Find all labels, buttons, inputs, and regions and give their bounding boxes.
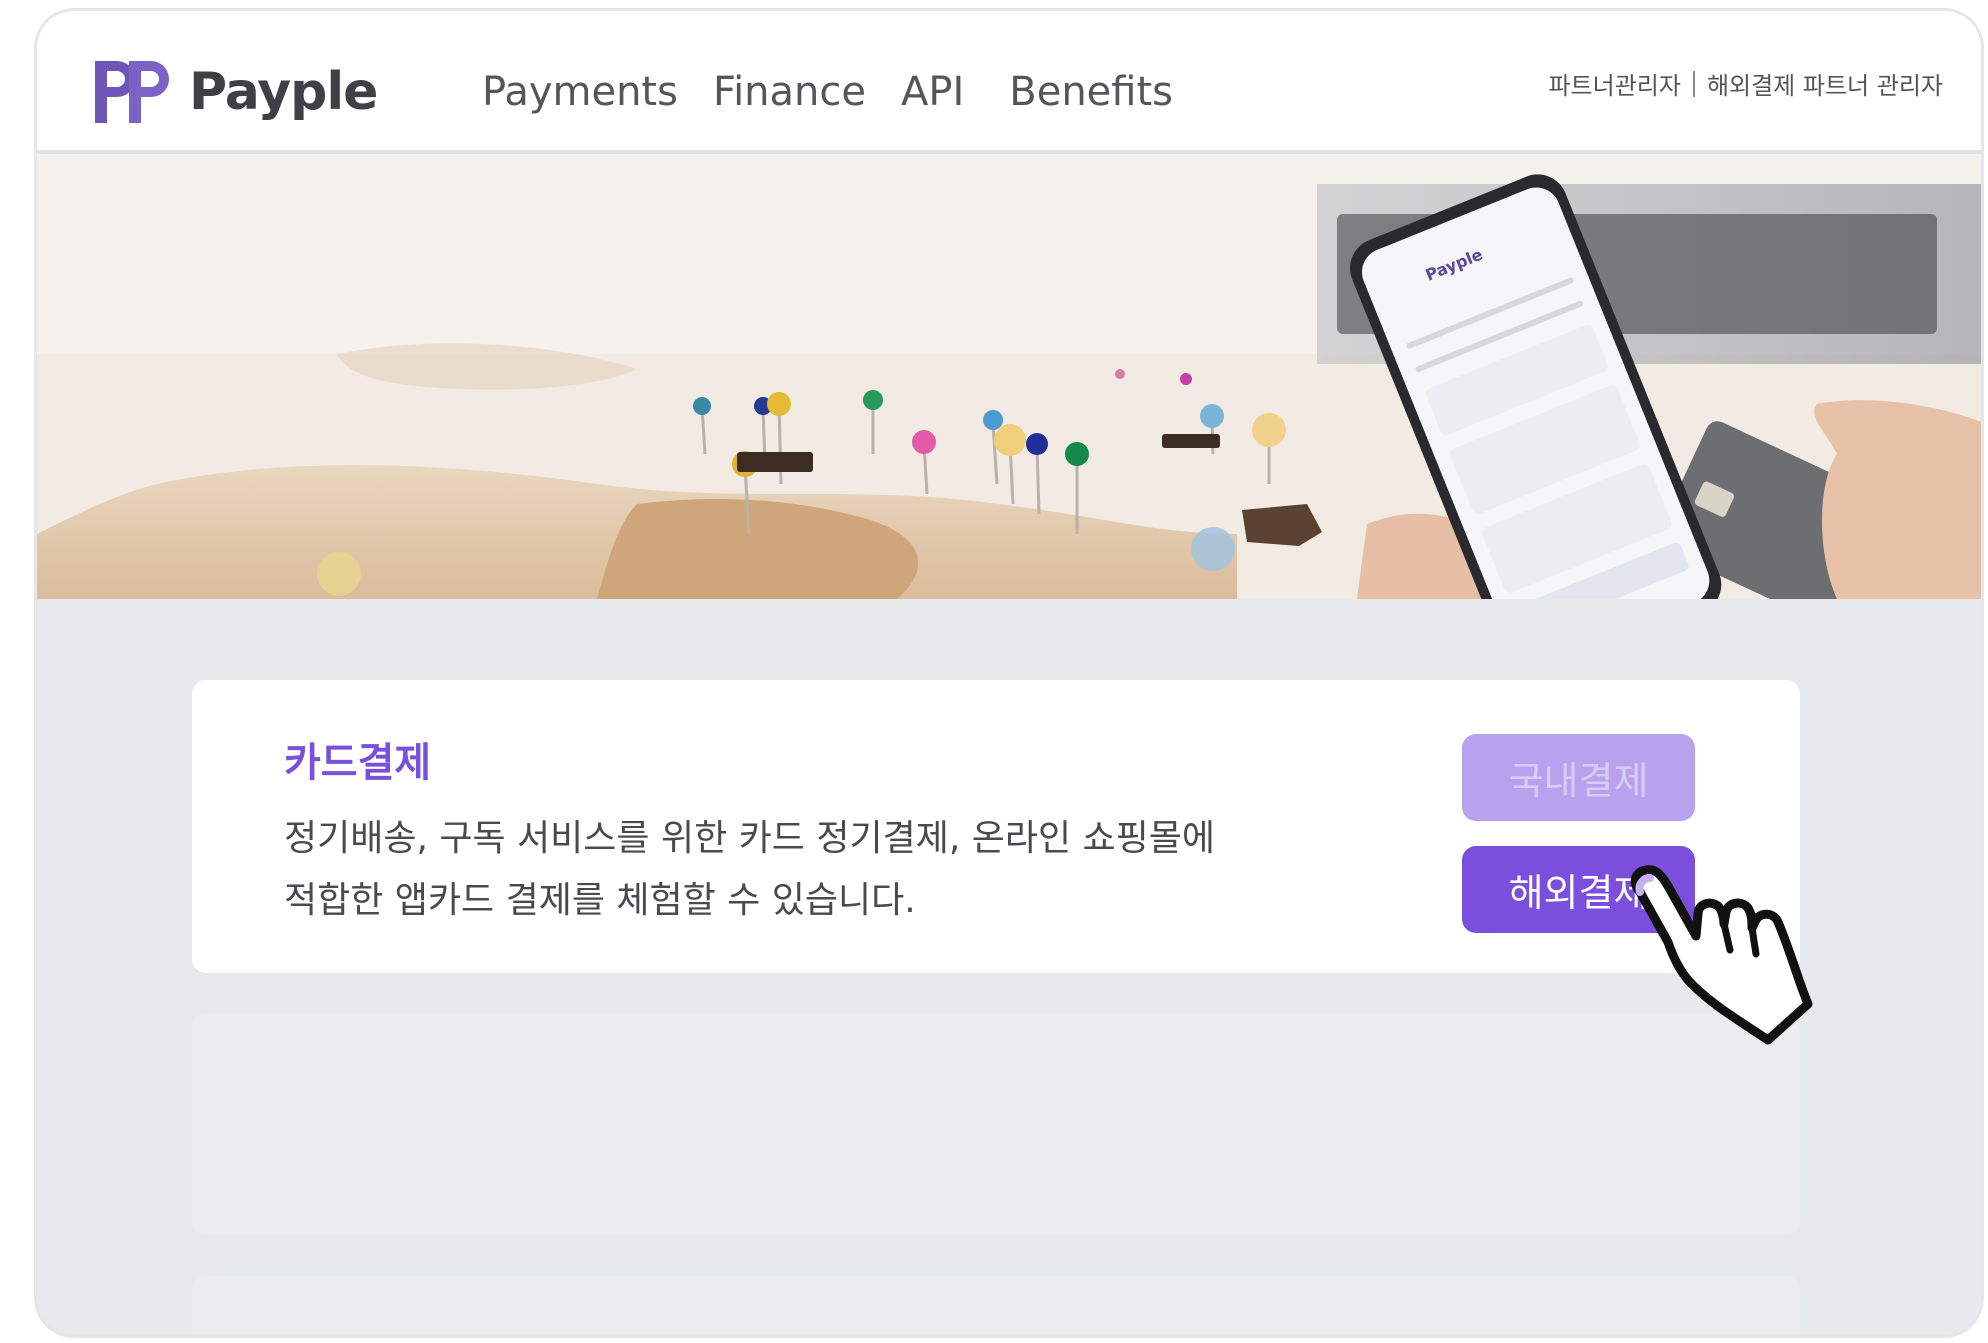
logo[interactable]: Payple bbox=[91, 57, 378, 127]
nav-api[interactable]: API bbox=[901, 69, 964, 115]
card-payment-title: 카드결제 bbox=[284, 740, 432, 786]
browser-frame: Payple Payments Finance API Benefits 파트너… bbox=[34, 8, 1984, 1338]
domestic-payment-button[interactable]: 국내결제 bbox=[1462, 734, 1695, 821]
divider bbox=[1692, 70, 1695, 97]
nav-benefits[interactable]: Benefits bbox=[1009, 69, 1173, 115]
partner-admin-link[interactable]: 파트너관리자 bbox=[1548, 66, 1680, 101]
nav-payments[interactable]: Payments bbox=[482, 69, 678, 115]
card-payment-description: 정기배송, 구독 서비스를 위한 카드 정기결제, 온라인 쇼핑몰에 적합한 앱… bbox=[284, 808, 1334, 932]
site-header: Payple Payments Finance API Benefits 파트너… bbox=[37, 11, 1981, 154]
placeholder-card bbox=[192, 1013, 1800, 1235]
hand-pointer-cursor-icon bbox=[1630, 865, 1813, 1045]
hero-illustration: Payple bbox=[37, 154, 1981, 599]
main-nav: Payments Finance API Benefits bbox=[482, 69, 1208, 115]
description-line-2: 적합한 앱카드 결제를 체험할 수 있습니다. bbox=[284, 880, 916, 921]
description-line-1: 정기배송, 구독 서비스를 위한 카드 정기결제, 온라인 쇼핑몰에 bbox=[284, 818, 1215, 859]
overseas-partner-admin-link[interactable]: 해외결제 파트너 관리자 bbox=[1707, 66, 1943, 101]
hero-banner: Payple bbox=[37, 154, 1981, 599]
placeholder-card bbox=[192, 1276, 1800, 1335]
payple-logo-icon bbox=[95, 61, 169, 123]
card-payment-panel: 카드결제 정기배송, 구독 서비스를 위한 카드 정기결제, 온라인 쇼핑몰에 … bbox=[192, 680, 1800, 973]
brand-name: Payple bbox=[189, 62, 378, 122]
partner-links: 파트너관리자 해외결제 파트너 관리자 bbox=[1548, 66, 1943, 101]
nav-finance[interactable]: Finance bbox=[713, 69, 866, 115]
